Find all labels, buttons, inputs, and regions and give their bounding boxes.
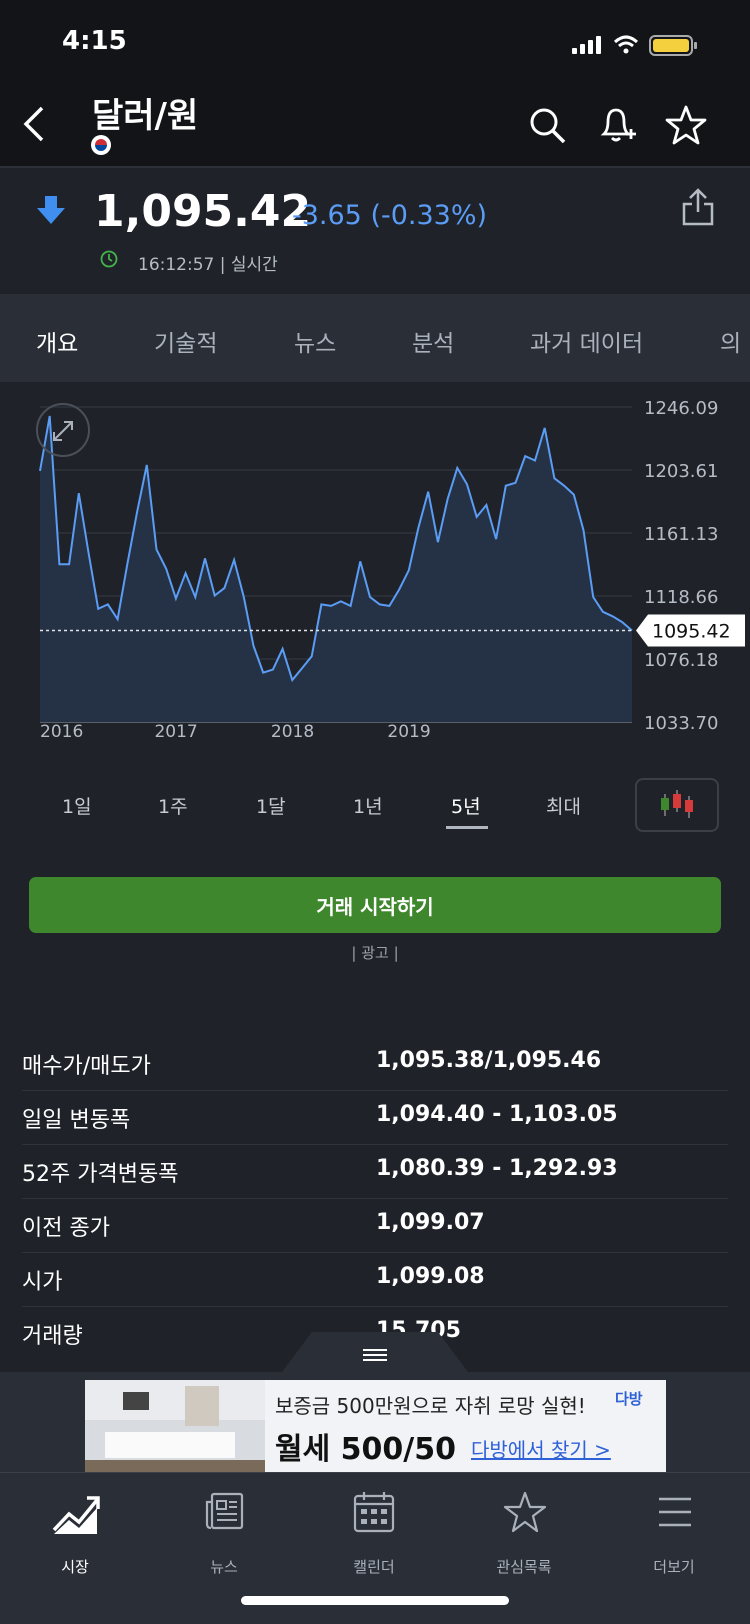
y-tick-label: 1203.61 xyxy=(644,461,718,482)
y-tick-label: 1161.13 xyxy=(644,524,718,545)
tab-historical-data[interactable]: 과거 데이터 xyxy=(530,324,643,358)
wifi-icon xyxy=(613,35,639,48)
start-trading-button[interactable]: 거래 시작하기 xyxy=(29,877,721,933)
share-icon[interactable] xyxy=(680,186,716,228)
price-change: -3.65 (-0.33%) xyxy=(292,200,488,231)
expand-icon[interactable] xyxy=(36,403,90,457)
tabbar-label: 시장 xyxy=(61,1558,89,1576)
stat-label: 52주 가격변동폭 xyxy=(22,1162,179,1187)
battery-icon xyxy=(649,35,697,56)
tab-more[interactable]: 의 xyxy=(720,324,741,358)
tabbar-label: 뉴스 xyxy=(210,1558,238,1576)
active-range-indicator xyxy=(446,826,488,829)
y-axis: 1246.09 1203.61 1161.13 1118.66 1076.18 1033.… xyxy=(644,398,718,734)
range-max[interactable]: 최대 xyxy=(546,792,581,819)
clock-icon xyxy=(100,250,118,268)
stat-label: 거래량 xyxy=(22,1324,83,1349)
last-price-tag-label: 1095.42 xyxy=(652,620,731,642)
status-icons xyxy=(572,35,697,56)
stat-row: 매수가/매도가 1,095.38/1,095.46 xyxy=(22,1036,728,1091)
page-title: 달러/원 xyxy=(92,96,199,136)
star-icon xyxy=(503,1491,547,1533)
last-price: 1,095.42 xyxy=(94,186,312,237)
ad-label: | 광고 | xyxy=(351,944,399,962)
range-1m[interactable]: 1달 xyxy=(256,792,286,819)
candlestick-icon xyxy=(661,790,693,818)
stat-row: 52주 가격변동폭 1,080.39 - 1,292.93 xyxy=(22,1144,728,1199)
y-tick-label: 1118.66 xyxy=(644,587,718,608)
stat-label: 일일 변동폭 xyxy=(22,1108,131,1133)
price-chart[interactable]: 1246.09 1203.61 1161.13 1118.66 1076.18 1033.… xyxy=(0,384,750,764)
menu-icon xyxy=(659,1497,691,1527)
tabbar-label: 더보기 xyxy=(653,1558,695,1576)
range-1d[interactable]: 1일 xyxy=(62,792,92,819)
ad-banner[interactable]: 보증금 500만원으로 자취 로망 실현! 월세 500/50 다방에서 찾기 … xyxy=(85,1380,666,1472)
tabbar-label: 캘린더 xyxy=(353,1558,395,1576)
stat-value: 1,094.40 - 1,103.05 xyxy=(376,1102,618,1127)
stat-label: 시가 xyxy=(22,1270,63,1295)
range-1w[interactable]: 1주 xyxy=(158,792,188,819)
x-axis: 2016 2017 2018 2019 xyxy=(40,722,431,742)
chart-type-button[interactable] xyxy=(635,778,719,832)
chart-up-icon xyxy=(52,1496,100,1534)
news-icon xyxy=(205,1492,244,1530)
search-icon[interactable] xyxy=(528,106,568,146)
status-time: 4:15 xyxy=(62,26,127,56)
y-tick-label: 1076.18 xyxy=(644,650,718,671)
y-tick-label: 1033.70 xyxy=(644,713,718,734)
tab-technical[interactable]: 기술적 xyxy=(154,324,217,358)
x-tick-label: 2019 xyxy=(387,722,430,742)
calendar-icon xyxy=(353,1492,395,1533)
tab-analysis[interactable]: 분석 xyxy=(412,324,454,358)
home-indicator xyxy=(241,1596,509,1605)
star-icon[interactable] xyxy=(664,104,708,148)
down-arrow-icon xyxy=(37,196,65,224)
drawer-handle[interactable] xyxy=(282,1332,468,1372)
range-1y[interactable]: 1년 xyxy=(353,792,383,819)
signal-icon xyxy=(572,36,601,54)
stat-value: 1,099.07 xyxy=(376,1210,485,1235)
alert-add-icon[interactable] xyxy=(596,104,638,148)
stat-value: 1,080.39 - 1,292.93 xyxy=(376,1156,618,1181)
range-5y[interactable]: 5년 xyxy=(451,792,481,819)
stat-value: 1,099.08 xyxy=(376,1264,485,1289)
x-tick-label: 2017 xyxy=(154,722,197,742)
ad-brand: 다방 xyxy=(615,1390,643,1408)
stat-value: 1,095.38/1,095.46 xyxy=(376,1048,602,1073)
y-tick-label: 1246.09 xyxy=(644,398,718,419)
korea-flag-icon xyxy=(91,135,111,155)
ad-title: 월세 500/50 xyxy=(275,1432,456,1467)
x-tick-label: 2018 xyxy=(271,722,314,742)
ad-headline: 보증금 500만원으로 자취 로망 실현! xyxy=(275,1394,586,1418)
stat-label: 매수가/매도가 xyxy=(22,1054,151,1079)
stat-label: 이전 종가 xyxy=(22,1216,110,1241)
tabbar-label: 관심목록 xyxy=(496,1558,552,1576)
tab-news[interactable]: 뉴스 xyxy=(294,324,336,358)
ad-link[interactable]: 다방에서 찾기 > xyxy=(471,1434,611,1463)
back-icon[interactable] xyxy=(20,104,50,144)
chart-area xyxy=(40,416,632,722)
tab-overview[interactable]: 개요 xyxy=(36,324,78,358)
x-tick-label: 2016 xyxy=(40,722,83,742)
stat-row: 일일 변동폭 1,094.40 - 1,103.05 xyxy=(22,1090,728,1145)
stat-row: 이전 종가 1,099.07 xyxy=(22,1198,728,1253)
quote-time: 16:12:57 | 실시간 xyxy=(138,255,278,275)
stat-row: 시가 1,099.08 xyxy=(22,1252,728,1307)
room-photo xyxy=(85,1380,265,1472)
